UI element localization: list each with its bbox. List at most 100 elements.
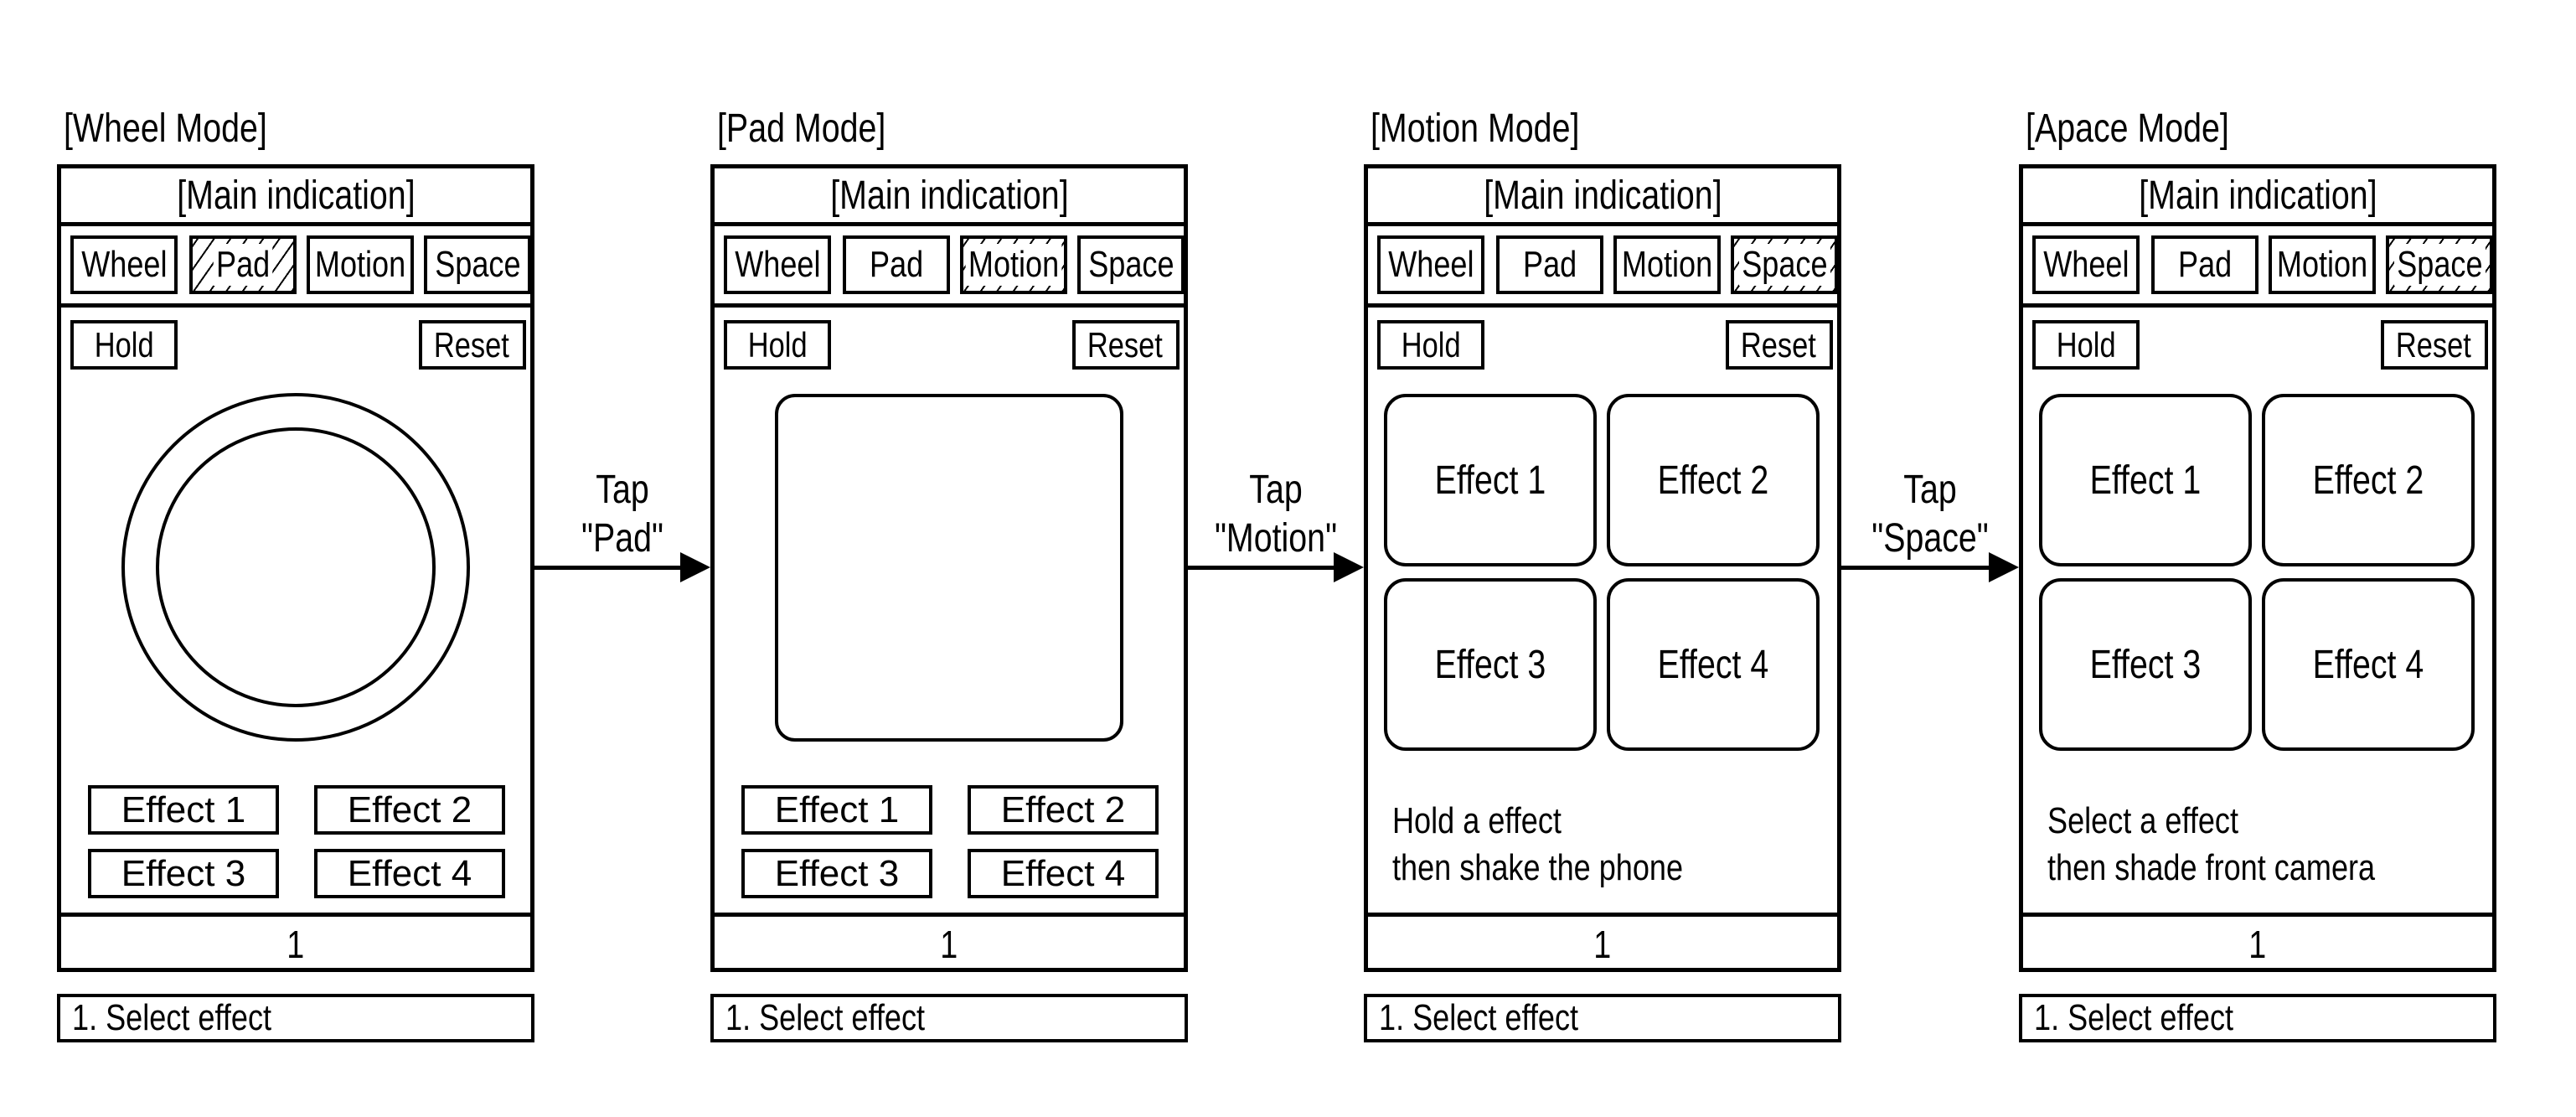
tab-motion[interactable]: Motion bbox=[2269, 235, 2376, 294]
tab-wheel[interactable]: Wheel bbox=[724, 235, 831, 294]
tab-label: Wheel bbox=[80, 244, 168, 285]
effect-tile-4[interactable]: Effect 4 bbox=[2262, 578, 2475, 751]
tab-pad[interactable]: Pad bbox=[1496, 235, 1603, 294]
tab-pad[interactable]: Pad bbox=[843, 235, 950, 294]
effect-label: Effect 3 bbox=[774, 852, 900, 894]
effect-button-4[interactable]: Effect 4 bbox=[314, 849, 505, 898]
effect-button-4[interactable]: Effect 4 bbox=[968, 849, 1159, 898]
tab-pad[interactable]: Pad bbox=[2151, 235, 2259, 294]
hold-button[interactable]: Hold bbox=[724, 320, 831, 370]
transition-label-line1: Tap bbox=[1249, 468, 1303, 512]
effect-button-1[interactable]: Effect 1 bbox=[741, 785, 932, 835]
transition-label: Tap "Motion" bbox=[1188, 466, 1364, 563]
step-caption: 1. Select effect bbox=[1364, 994, 1841, 1042]
transition-label: Tap "Space" bbox=[1842, 466, 2018, 563]
instruction-text: Hold a effect then shake the phone bbox=[1392, 798, 1747, 892]
mode-tab-bar: Wheel Pad Motion Space bbox=[2023, 226, 2493, 308]
reset-button[interactable]: Reset bbox=[1726, 320, 1833, 370]
mode-tab-bar: Wheel Pad Motion Space bbox=[61, 226, 531, 308]
effect-label: Effect 1 bbox=[774, 789, 900, 830]
reset-button[interactable]: Reset bbox=[2381, 320, 2488, 370]
instruction-text: Select a effect then shade front camera bbox=[2047, 798, 2447, 892]
tab-space[interactable]: Space bbox=[2386, 235, 2493, 294]
main-indication-label: [Main indication] bbox=[1483, 173, 1722, 218]
caption-text: 1. Select effect bbox=[2034, 997, 2234, 1038]
hold-label: Hold bbox=[747, 324, 808, 365]
phone-screen-wheel: [Main indication] Wheel Pad Motion Space Hold… bbox=[57, 164, 534, 972]
wheel-inner-circle[interactable] bbox=[156, 427, 436, 707]
step-caption: 1. Select effect bbox=[2019, 994, 2496, 1042]
effect-tile-3[interactable]: Effect 3 bbox=[2039, 578, 2252, 751]
effect-button-3[interactable]: Effect 3 bbox=[741, 849, 932, 898]
effect-label: Effect 3 bbox=[1434, 642, 1546, 687]
effect-button-2[interactable]: Effect 2 bbox=[314, 785, 505, 835]
page-number: 1 bbox=[940, 923, 958, 966]
tab-wheel[interactable]: Wheel bbox=[2032, 235, 2140, 294]
effect-tile-2[interactable]: Effect 2 bbox=[2262, 394, 2475, 566]
effect-label: Effect 1 bbox=[1434, 458, 1546, 503]
touch-pad-area[interactable] bbox=[775, 394, 1123, 742]
phone-screen-effect-grid: [Main indication] Wheel Pad Motion Space Hold… bbox=[2019, 164, 2496, 972]
tab-motion[interactable]: Motion bbox=[307, 235, 414, 294]
effect-tile-1[interactable]: Effect 1 bbox=[2039, 394, 2252, 566]
hold-button[interactable]: Hold bbox=[1377, 320, 1484, 370]
tab-space[interactable]: Space bbox=[1731, 235, 1838, 294]
tab-label: Pad bbox=[1522, 244, 1577, 285]
transition-arrow-line bbox=[1188, 566, 1335, 570]
effect-button-3[interactable]: Effect 3 bbox=[88, 849, 279, 898]
tab-label: Motion bbox=[2276, 244, 2368, 285]
reset-button[interactable]: Reset bbox=[1072, 320, 1180, 370]
reset-label: Reset bbox=[2396, 324, 2472, 365]
reset-button[interactable]: Reset bbox=[419, 320, 526, 370]
step-caption: 1. Select effect bbox=[710, 994, 1188, 1042]
mode-title: [Motion Mode] bbox=[1371, 106, 1580, 151]
effect-tile-2[interactable]: Effect 2 bbox=[1607, 394, 1820, 566]
page-number: 1 bbox=[2248, 923, 2267, 966]
instruction-line: then shade front camera bbox=[2047, 847, 2376, 888]
transition-label-line1: Tap bbox=[1903, 468, 1957, 512]
effect-button-2[interactable]: Effect 2 bbox=[968, 785, 1159, 835]
effect-button-1[interactable]: Effect 1 bbox=[88, 785, 279, 835]
effect-tile-4[interactable]: Effect 4 bbox=[1607, 578, 1820, 751]
effect-tile-3[interactable]: Effect 3 bbox=[1384, 578, 1597, 751]
page-indicator: 1 bbox=[715, 913, 1184, 972]
tab-space[interactable]: Space bbox=[424, 235, 531, 294]
effect-label: Effect 1 bbox=[2089, 458, 2202, 503]
effect-label: Effect 4 bbox=[347, 852, 472, 894]
tab-label: Space bbox=[1087, 244, 1174, 285]
tab-motion[interactable]: Motion bbox=[960, 235, 1067, 294]
hold-label: Hold bbox=[1401, 324, 1461, 365]
reset-label: Reset bbox=[434, 324, 510, 365]
effect-label: Effect 3 bbox=[121, 852, 246, 894]
tab-motion[interactable]: Motion bbox=[1613, 235, 1721, 294]
effect-label: Effect 2 bbox=[1000, 789, 1126, 830]
hold-button[interactable]: Hold bbox=[2032, 320, 2140, 370]
phone-screen-effect-grid: [Main indication] Wheel Pad Motion Space Hold… bbox=[1364, 164, 1841, 972]
tab-label: Space bbox=[2393, 244, 2486, 286]
reset-label: Reset bbox=[1087, 324, 1164, 365]
page-number: 1 bbox=[1593, 923, 1612, 966]
effect-label: Effect 2 bbox=[347, 789, 472, 830]
mode-tab-bar: Wheel Pad Motion Space bbox=[715, 226, 1185, 308]
effect-label: Effect 3 bbox=[2089, 642, 2202, 687]
tab-label: Wheel bbox=[2042, 244, 2129, 285]
effect-label: Effect 2 bbox=[1657, 458, 1769, 503]
caption-text: 1. Select effect bbox=[72, 997, 272, 1038]
page-indicator: 1 bbox=[2023, 913, 2492, 972]
tab-wheel[interactable]: Wheel bbox=[70, 235, 178, 294]
transition-arrow-line bbox=[1841, 566, 1990, 570]
caption-text: 1. Select effect bbox=[1379, 997, 1579, 1038]
main-indication: [Main indication] bbox=[1368, 168, 1837, 226]
instruction-line: Hold a effect bbox=[1392, 800, 1562, 841]
transition-label: Tap "Pad" bbox=[534, 466, 710, 563]
effect-tile-1[interactable]: Effect 1 bbox=[1384, 394, 1597, 566]
tab-label: Space bbox=[434, 244, 521, 285]
hold-button[interactable]: Hold bbox=[70, 320, 178, 370]
tab-pad[interactable]: Pad bbox=[189, 235, 297, 294]
tab-label: Wheel bbox=[734, 244, 821, 285]
main-indication: [Main indication] bbox=[61, 168, 530, 226]
tab-space[interactable]: Space bbox=[1077, 235, 1185, 294]
hold-label: Hold bbox=[94, 324, 154, 365]
transition-label-line2: "Motion" bbox=[1214, 516, 1338, 561]
tab-wheel[interactable]: Wheel bbox=[1377, 235, 1484, 294]
